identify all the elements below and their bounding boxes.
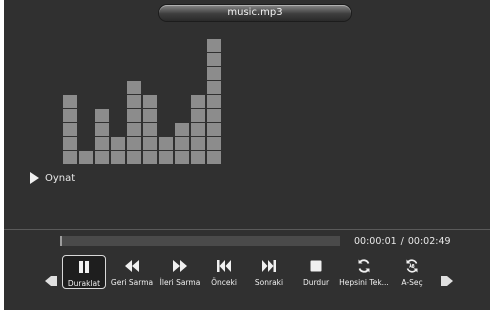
skip-next-icon [262, 260, 276, 272]
equalizer-segment [207, 81, 221, 94]
equalizer-segment [159, 151, 173, 164]
next-button[interactable]: Sonraki [249, 255, 289, 289]
equalizer-segment [127, 109, 141, 122]
equalizer-segment [143, 137, 157, 150]
equalizer-segment [143, 151, 157, 164]
equalizer-segment [159, 137, 173, 150]
next-label: Sonraki [254, 278, 284, 287]
equalizer-segment [207, 53, 221, 66]
equalizer-segment [63, 151, 77, 164]
pause-label: Duraklat [67, 279, 101, 288]
equalizer-segment [191, 137, 205, 150]
ab-repeat-icon [406, 259, 418, 273]
equalizer-segment [207, 95, 221, 108]
previous-button[interactable]: Önceki [205, 255, 243, 289]
total-time: 00:02:49 [407, 236, 451, 247]
equalizer-segment [63, 109, 77, 122]
divider [4, 229, 490, 230]
play-icon [30, 172, 39, 184]
equalizer-segment [207, 39, 221, 52]
equalizer-segment [207, 109, 221, 122]
equalizer-segment [175, 123, 189, 136]
rewind-icon [125, 260, 139, 272]
previous-label: Önceki [211, 278, 237, 287]
equalizer-segment [127, 95, 141, 108]
stop-icon [310, 260, 322, 272]
rewind-label: Geri Sarma [110, 278, 154, 287]
progress-fill [60, 236, 62, 246]
equalizer-visualizer [63, 36, 223, 164]
elapsed-time: 00:00:01 [354, 236, 397, 247]
equalizer-segment [111, 151, 125, 164]
equalizer-segment [207, 137, 221, 150]
equalizer-bar [143, 94, 157, 164]
equalizer-segment [143, 95, 157, 108]
repeat-all-label: Hepsini Tek... [339, 278, 389, 287]
equalizer-segment [95, 137, 109, 150]
equalizer-bar [127, 80, 141, 164]
time-separator: / [400, 236, 404, 247]
play-status-label: Oynat [45, 172, 76, 184]
equalizer-segment [63, 95, 77, 108]
equalizer-bar [79, 150, 93, 164]
equalizer-segment [95, 123, 109, 136]
equalizer-segment [207, 151, 221, 164]
equalizer-segment [63, 137, 77, 150]
equalizer-segment [191, 151, 205, 164]
equalizer-segment [127, 123, 141, 136]
equalizer-segment [63, 123, 77, 136]
repeat-all-button[interactable]: Hepsini Tek... [337, 255, 391, 289]
track-title: music.mp3 [159, 5, 351, 21]
equalizer-segment [127, 151, 141, 164]
equalizer-segment [175, 137, 189, 150]
media-player-screen: music.mp3 Oynat 00:00:01/00:02:49 Durakl… [4, 0, 490, 310]
ab-repeat-label: A-Seç [401, 278, 423, 287]
equalizer-bar [175, 122, 189, 164]
equalizer-segment [95, 109, 109, 122]
equalizer-segment [127, 137, 141, 150]
equalizer-bar [191, 94, 205, 164]
equalizer-segment [111, 137, 125, 150]
pause-button[interactable]: Duraklat [62, 255, 106, 289]
stop-label: Durdur [302, 278, 330, 287]
equalizer-segment [191, 123, 205, 136]
fast-forward-icon [173, 260, 187, 272]
fast-forward-button[interactable]: İleri Sarma [154, 255, 206, 289]
scroll-right-arrow-icon[interactable] [440, 275, 454, 287]
equalizer-bar [95, 108, 109, 164]
play-status: Oynat [30, 171, 75, 185]
pause-icon [79, 261, 89, 273]
equalizer-segment [207, 67, 221, 80]
equalizer-bar [207, 38, 221, 164]
fast-forward-label: İleri Sarma [159, 278, 201, 287]
equalizer-bar [111, 136, 125, 164]
equalizer-segment [175, 151, 189, 164]
equalizer-segment [143, 109, 157, 122]
scroll-left-arrow-icon[interactable] [44, 275, 58, 287]
equalizer-segment [143, 123, 157, 136]
equalizer-segment [207, 123, 221, 136]
progress-bar[interactable] [60, 236, 340, 246]
time-display: 00:00:01/00:02:49 [354, 236, 451, 248]
skip-previous-icon [217, 260, 231, 272]
repeat-icon [358, 259, 370, 273]
stop-button[interactable]: Durdur [298, 255, 334, 289]
equalizer-segment [127, 81, 141, 94]
equalizer-segment [191, 109, 205, 122]
equalizer-bar [159, 136, 173, 164]
ab-repeat-button[interactable]: A-Seç [393, 255, 431, 289]
equalizer-segment [95, 151, 109, 164]
equalizer-segment [191, 95, 205, 108]
equalizer-segment [79, 151, 93, 164]
rewind-button[interactable]: Geri Sarma [107, 255, 157, 289]
equalizer-bar [63, 94, 77, 164]
